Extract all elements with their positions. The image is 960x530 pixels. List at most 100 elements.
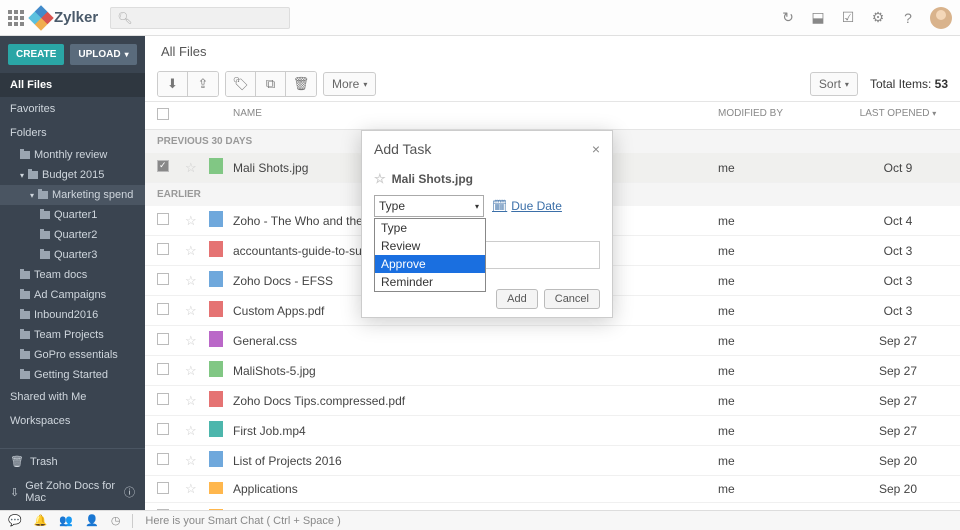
tag-button[interactable]: 🏷: [226, 72, 256, 96]
file-row[interactable]: ☆Zoho Docs Tips.compressed.pdfmeSep 27: [145, 386, 960, 416]
type-option[interactable]: Approve: [375, 255, 485, 273]
dropbox-icon[interactable]: ⬓: [810, 10, 826, 26]
star-icon[interactable]: ☆: [185, 363, 197, 378]
status-user-icon[interactable]: 👤: [85, 514, 99, 527]
star-icon[interactable]: ☆: [185, 453, 197, 468]
star-icon[interactable]: ☆: [185, 243, 197, 258]
sidebar-workspaces[interactable]: Workspaces: [0, 409, 145, 433]
row-checkbox[interactable]: [157, 243, 169, 255]
add-button[interactable]: Add: [496, 289, 538, 309]
upload-button[interactable]: UPLOAD▾: [70, 44, 136, 65]
folder-node[interactable]: Team Projects: [0, 325, 145, 345]
folder-node[interactable]: Ad Campaigns: [0, 285, 145, 305]
file-row[interactable]: ☆ApplicationsmeSep 20: [145, 476, 960, 503]
status-chat-icon[interactable]: 💬: [8, 514, 22, 527]
help-icon[interactable]: ?: [900, 10, 916, 26]
file-type-icon: [209, 451, 223, 467]
type-select[interactable]: Type ▾ TypeReviewApproveReminder: [374, 195, 484, 217]
col-modified[interactable]: MODIFIED BY: [718, 108, 848, 123]
row-checkbox[interactable]: [157, 333, 169, 345]
folder-node[interactable]: Quarter1: [0, 205, 145, 225]
file-modified-by: me: [718, 274, 848, 288]
type-option[interactable]: Reminder: [375, 273, 485, 291]
search-input[interactable]: [136, 12, 283, 24]
folder-node[interactable]: ▾Budget 2015: [0, 165, 145, 185]
star-icon[interactable]: ☆: [185, 303, 197, 318]
col-opened[interactable]: LAST OPENED ▾: [848, 108, 948, 123]
file-date: Sep 20: [848, 482, 948, 496]
type-option[interactable]: Review: [375, 237, 485, 255]
folder-node[interactable]: Team docs: [0, 265, 145, 285]
type-option[interactable]: Type: [375, 219, 485, 237]
folder-icon: [20, 311, 30, 319]
star-icon[interactable]: ☆: [185, 333, 197, 348]
download-button[interactable]: ⬇: [158, 72, 188, 96]
row-checkbox[interactable]: [157, 393, 169, 405]
share-button[interactable]: ⇪: [188, 72, 218, 96]
folder-node[interactable]: Quarter3: [0, 245, 145, 265]
sort-button[interactable]: Sort▾: [810, 72, 858, 96]
file-row[interactable]: ☆ProfessionalmeSep 20: [145, 503, 960, 510]
status-notif-icon[interactable]: 🔔: [34, 514, 48, 527]
file-type-icon: [209, 271, 223, 287]
folder-node[interactable]: Getting Started: [0, 365, 145, 385]
file-date: Oct 9: [848, 161, 948, 175]
delete-button[interactable]: 🗑: [286, 72, 316, 96]
tasks-icon[interactable]: ☑: [840, 10, 856, 26]
row-checkbox[interactable]: [157, 213, 169, 225]
sync-icon[interactable]: ↻: [780, 10, 796, 26]
file-row[interactable]: ☆General.cssmeSep 27: [145, 326, 960, 356]
folder-node[interactable]: GoPro essentials: [0, 345, 145, 365]
folder-node[interactable]: ▾Marketing spend: [0, 185, 145, 205]
file-row[interactable]: ☆First Job.mp4meSep 27: [145, 416, 960, 446]
status-activity-icon[interactable]: ◷: [111, 514, 121, 527]
folder-node[interactable]: Quarter2: [0, 225, 145, 245]
create-button[interactable]: CREATE: [8, 44, 64, 65]
star-icon[interactable]: ☆: [185, 160, 197, 175]
folder-node[interactable]: Monthly review: [0, 145, 145, 165]
row-checkbox[interactable]: [157, 423, 169, 435]
row-checkbox[interactable]: [157, 453, 169, 465]
file-type-icon: [209, 331, 223, 347]
sidebar-folders[interactable]: Folders: [0, 121, 145, 145]
star-icon[interactable]: ☆: [185, 423, 197, 438]
copy-button[interactable]: ⧉: [256, 72, 286, 96]
close-icon[interactable]: ×: [592, 141, 600, 157]
file-row[interactable]: ☆List of Projects 2016meSep 20: [145, 446, 960, 476]
more-button[interactable]: More▾: [323, 72, 376, 96]
file-type-icon: [209, 391, 223, 407]
star-icon[interactable]: ☆: [185, 481, 197, 496]
star-icon[interactable]: ☆: [374, 171, 386, 187]
folder-icon: [20, 291, 30, 299]
col-name[interactable]: NAME: [233, 108, 718, 123]
row-checkbox[interactable]: [157, 160, 169, 172]
select-all-checkbox[interactable]: [157, 108, 169, 120]
star-icon[interactable]: ☆: [185, 393, 197, 408]
user-avatar[interactable]: [930, 7, 952, 29]
status-contacts-icon[interactable]: 👥: [59, 514, 73, 527]
search-box[interactable]: 🔍︎: [110, 7, 290, 29]
row-checkbox[interactable]: [157, 363, 169, 375]
sidebar-trash[interactable]: 🗑Trash: [0, 449, 145, 474]
star-icon[interactable]: ☆: [185, 213, 197, 228]
file-row[interactable]: ☆MaliShots-5.jpgmeSep 27: [145, 356, 960, 386]
modal-file-name: Mali Shots.jpg: [392, 172, 473, 186]
row-checkbox[interactable]: [157, 303, 169, 315]
sidebar-shared[interactable]: Shared with Me: [0, 385, 145, 409]
brand-logo[interactable]: Zylker: [32, 9, 98, 27]
star-icon[interactable]: ☆: [185, 273, 197, 288]
settings-icon[interactable]: ⚙: [870, 10, 886, 26]
cancel-button[interactable]: Cancel: [544, 289, 600, 309]
sidebar-get-app[interactable]: ⇩Get Zoho Docs for Macⓘ: [0, 474, 145, 510]
row-checkbox[interactable]: [157, 482, 169, 494]
file-name: First Job.mp4: [233, 424, 718, 438]
sidebar-favorites[interactable]: Favorites: [0, 97, 145, 121]
folder-node[interactable]: Inbound2016: [0, 305, 145, 325]
file-date: Oct 4: [848, 214, 948, 228]
row-checkbox[interactable]: [157, 273, 169, 285]
apps-grid-icon[interactable]: [8, 10, 24, 26]
sidebar-all-files[interactable]: All Files: [0, 73, 145, 97]
due-date-button[interactable]: 🗓 Due Date: [492, 199, 562, 213]
file-date: Sep 27: [848, 364, 948, 378]
folder-icon: [28, 171, 38, 179]
